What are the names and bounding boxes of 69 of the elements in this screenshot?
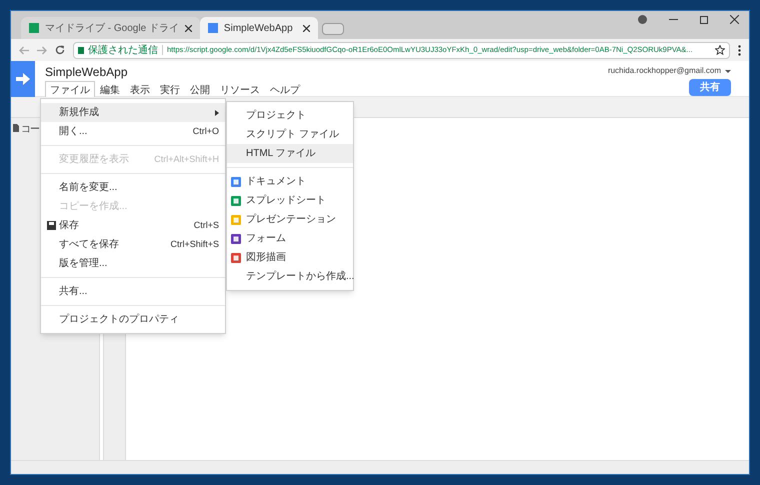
shortcut-label: Ctrl+O <box>192 124 219 138</box>
star-icon[interactable] <box>715 45 725 55</box>
maximize-icon[interactable] <box>700 16 708 24</box>
project-title: SimpleWebApp <box>45 65 128 79</box>
submenu-item-label: 図形描画 <box>246 250 286 265</box>
submenu-item-label: プロジェクト <box>246 108 306 123</box>
close-icon[interactable] <box>184 24 192 32</box>
document-icon <box>13 124 19 132</box>
menu-item-label: 共有... <box>59 284 88 299</box>
menu-item[interactable]: 保存 Ctrl+S <box>41 216 225 235</box>
menu-item-label: コピーを作成... <box>59 200 128 214</box>
menu-item-label: 版を管理... <box>59 257 108 271</box>
tab-title: SimpleWebApp <box>224 22 294 36</box>
secure-label: 保護された通信 <box>88 44 158 58</box>
menu-bar-item[interactable]: 公開 <box>185 81 215 100</box>
close-window-icon[interactable] <box>730 15 739 24</box>
submenu-item[interactable]: プレゼンテーション <box>227 210 353 229</box>
submenu-item[interactable]: ドキュメント <box>227 172 353 191</box>
menu-item-label: 名前を変更... <box>59 180 118 195</box>
menu-bar-item[interactable]: 表示 <box>125 81 155 100</box>
menu-item-label: 新規作成 <box>59 106 99 120</box>
menu-item[interactable]: 名前を変更... <box>41 178 225 197</box>
submenu-item[interactable]: HTML ファイル <box>227 144 353 163</box>
submenu-arrow-icon <box>215 110 219 116</box>
sidebar-label: コー <box>21 123 39 137</box>
menu-item-label: すべてを保存 <box>59 238 119 252</box>
save-icon <box>47 221 56 230</box>
submenu-item-label: テンプレートから作成... <box>246 270 354 284</box>
close-icon[interactable] <box>302 24 310 32</box>
submenu-item-label: ドキュメント <box>246 175 306 189</box>
submenu-item[interactable]: 図形描画 <box>227 248 353 267</box>
menu-item[interactable]: 共有... <box>41 282 225 301</box>
profile-icon[interactable] <box>638 15 647 24</box>
menu-item[interactable]: プロジェクトのプロパティ <box>41 310 225 329</box>
shortcut-label: Ctrl+Alt+Shift+H <box>154 152 219 166</box>
menu-item-label: 変更履歴を表示 <box>59 152 129 167</box>
menu-item[interactable]: 版を管理... <box>41 254 225 273</box>
menu-bar-item[interactable]: 実行 <box>155 81 185 100</box>
submenu-item[interactable]: スクリプト ファイル <box>227 125 353 144</box>
tab-favicon-icon <box>29 23 39 33</box>
submenu-item[interactable]: スプレッドシート <box>227 191 353 210</box>
submenu-item-label: プレゼンテーション <box>246 212 336 227</box>
submenu-item-label: スプレッドシート <box>246 194 326 208</box>
menu-bar-item[interactable]: リソース <box>215 81 265 100</box>
menu-item-label: プロジェクトのプロパティ <box>59 312 179 327</box>
menu-item-label: 開く... <box>59 125 88 139</box>
browser-tab[interactable]: マイドライブ - Google ドライ <box>21 17 200 39</box>
menu-item[interactable]: 開く... Ctrl+O <box>41 122 225 141</box>
more-icon[interactable] <box>738 44 741 56</box>
shortcut-label: Ctrl+S <box>194 218 219 232</box>
lock-icon <box>78 46 84 54</box>
tab-favicon-icon <box>208 23 218 33</box>
submenu-item[interactable]: フォーム <box>227 229 353 248</box>
submenu-item-label: HTML ファイル <box>246 147 316 161</box>
tab-title: マイドライブ - Google ドライ <box>45 22 179 36</box>
submenu-item[interactable]: プロジェクト <box>227 106 353 125</box>
browser-tab[interactable]: SimpleWebApp <box>200 17 318 39</box>
menu-item[interactable]: 新規作成 <box>41 103 225 122</box>
shortcut-label: Ctrl+Shift+S <box>170 238 219 251</box>
reload-icon[interactable] <box>55 45 65 55</box>
submenu-item-label: スクリプト ファイル <box>246 128 339 142</box>
dropdown-caret-icon[interactable] <box>725 70 731 72</box>
menu-bar-item[interactable]: ヘルプ <box>265 81 305 100</box>
menu-item[interactable]: すべてを保存 Ctrl+Shift+S <box>41 235 225 254</box>
account-label[interactable]: ruchida.rockhopper@gmail.com <box>608 65 721 77</box>
submenu-item-label: フォーム <box>246 232 286 246</box>
menu-bar-item[interactable]: 編集 <box>95 81 125 100</box>
menu-item-label: 保存 <box>59 219 79 233</box>
submenu-item[interactable]: テンプレートから作成... <box>227 267 353 286</box>
